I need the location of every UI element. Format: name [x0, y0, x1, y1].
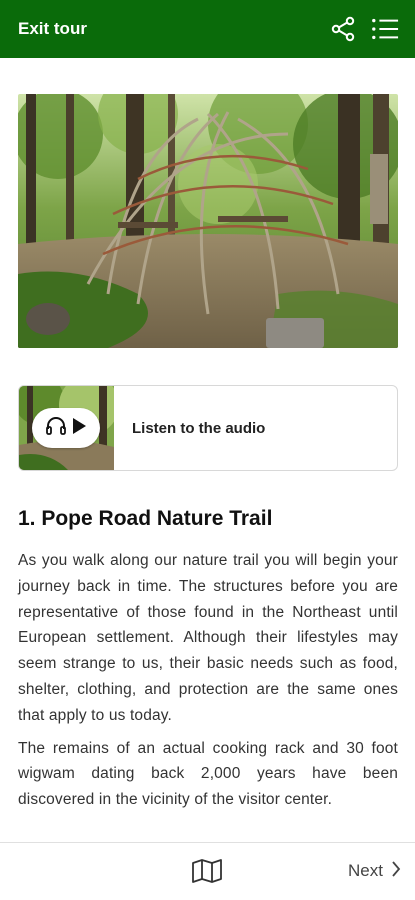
audio-play-pill[interactable]	[32, 408, 100, 448]
paragraph: As you walk along our nature trail you w…	[18, 552, 398, 724]
paragraph: The remains of an actual cooking rack an…	[18, 739, 398, 809]
listen-audio-card[interactable]: Listen to the audio	[18, 385, 398, 471]
play-icon	[71, 417, 87, 440]
hero-image	[18, 94, 398, 348]
audio-label: Listen to the audio	[132, 419, 266, 437]
stop-description: As you walk along our nature trail you w…	[18, 548, 398, 813]
audio-thumbnail	[19, 386, 114, 470]
map-icon[interactable]	[190, 857, 224, 885]
top-bar: Exit tour	[0, 0, 415, 58]
list-icon[interactable]	[371, 15, 399, 43]
stop-title: 1. Pope Road Nature Trail	[18, 507, 273, 530]
headphones-icon	[45, 416, 67, 441]
share-icon[interactable]	[329, 15, 357, 43]
next-label: Next	[348, 861, 383, 880]
bottom-bar: Next	[0, 842, 415, 900]
topbar-actions	[329, 15, 399, 43]
chevron-right-icon	[391, 860, 401, 882]
next-button[interactable]: Next	[348, 857, 401, 885]
exit-tour-button[interactable]: Exit tour	[18, 19, 87, 39]
